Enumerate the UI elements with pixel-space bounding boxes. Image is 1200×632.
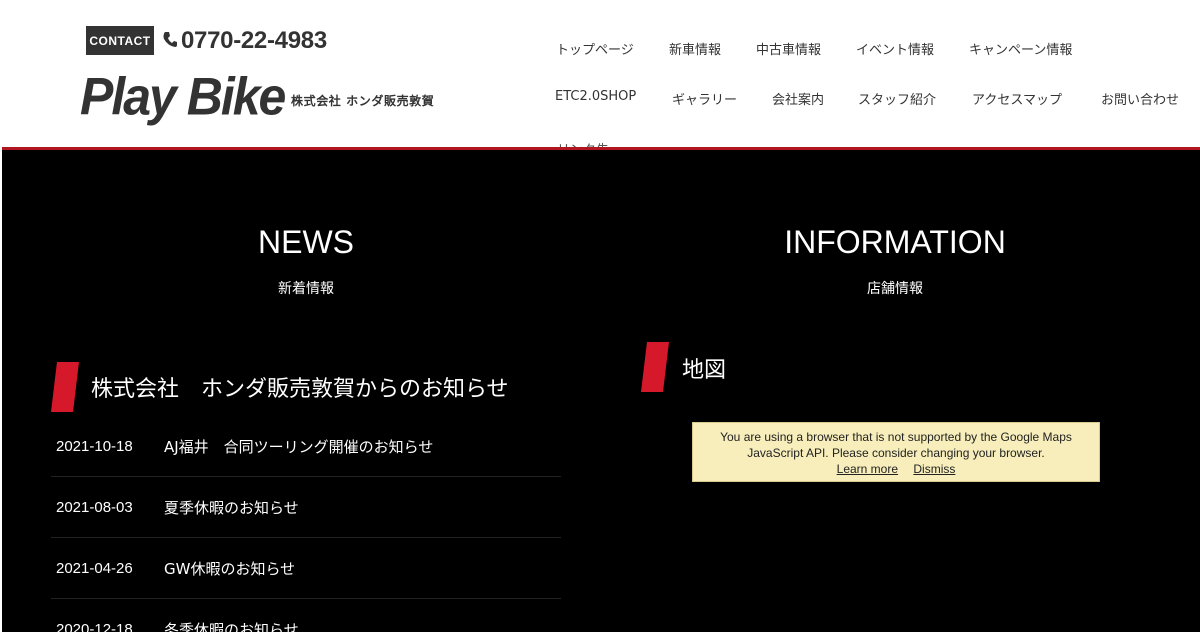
site-logo[interactable]: Play Bike xyxy=(80,66,286,127)
news-list: 2021-10-18 AJ福井 合同ツーリング開催のお知らせ 2021-08-0… xyxy=(51,416,561,632)
maps-warning-line1: You are using a browser that is not supp… xyxy=(720,430,1072,444)
phone-icon xyxy=(163,32,177,47)
news-title-text[interactable]: GW休暇のお知らせ xyxy=(164,558,295,579)
news-heading: 株式会社 ホンダ販売敦賀からのお知らせ xyxy=(91,377,509,402)
information-subtitle: 店舗情報 xyxy=(867,281,923,297)
nav-new-cars[interactable]: 新車情報 xyxy=(669,39,721,58)
news-title-text[interactable]: 冬季休暇のお知らせ xyxy=(164,619,299,632)
news-item[interactable]: 2021-10-18 AJ福井 合同ツーリング開催のお知らせ xyxy=(51,416,561,477)
contact-badge[interactable]: CONTACT xyxy=(86,26,154,55)
news-title: NEWS xyxy=(258,224,354,260)
site-header: CONTACT 0770-22-4983 Play Bike 株式会社 ホンダ販… xyxy=(0,0,1200,147)
news-title-text[interactable]: AJ福井 合同ツーリング開催のお知らせ xyxy=(164,436,433,457)
nav-company[interactable]: 会社案内 xyxy=(772,89,824,108)
news-item[interactable]: 2021-04-26 GW休暇のお知らせ xyxy=(51,538,561,599)
nav-etc-shop[interactable]: ETC2.0SHOP xyxy=(555,89,636,104)
dismiss-link[interactable]: Dismiss xyxy=(913,462,955,476)
nav-contact[interactable]: お問い合わせ xyxy=(1101,89,1179,108)
map-heading: 地図 xyxy=(682,358,727,383)
company-name: 株式会社 ホンダ販売敦賀 xyxy=(291,94,435,108)
news-date: 2021-04-26 xyxy=(56,559,133,577)
maps-warning-line2: JavaScript API. Please consider changing… xyxy=(747,446,1045,460)
news-date: 2021-10-18 xyxy=(56,437,133,455)
map-heading-marker xyxy=(641,342,669,392)
main-content: NEWS 新着情報 株式会社 ホンダ販売敦賀からのお知らせ 2021-10-18… xyxy=(2,150,1200,632)
learn-more-link[interactable]: Learn more xyxy=(837,462,898,476)
nav-access-map[interactable]: アクセスマップ xyxy=(972,89,1062,108)
nav-events[interactable]: イベント情報 xyxy=(856,39,934,58)
phone-number[interactable]: 0770-22-4983 xyxy=(181,27,327,55)
nav-campaign[interactable]: キャンペーン情報 xyxy=(969,39,1072,58)
news-item[interactable]: 2021-08-03 夏季休暇のお知らせ xyxy=(51,477,561,538)
news-title-text[interactable]: 夏季休暇のお知らせ xyxy=(164,497,299,518)
maps-warning: You are using a browser that is not supp… xyxy=(692,422,1100,482)
information-title: INFORMATION xyxy=(784,224,1006,260)
nav-top[interactable]: トップページ xyxy=(556,39,634,58)
nav-used-cars[interactable]: 中古車情報 xyxy=(756,39,821,58)
nav-staff[interactable]: スタッフ紹介 xyxy=(858,89,936,108)
news-heading-marker xyxy=(51,362,79,412)
news-item[interactable]: 2020-12-18 冬季休暇のお知らせ xyxy=(51,599,561,632)
news-subtitle: 新着情報 xyxy=(278,281,334,297)
news-date: 2021-08-03 xyxy=(56,498,133,516)
news-date: 2020-12-18 xyxy=(56,620,133,632)
nav-gallery[interactable]: ギャラリー xyxy=(672,89,737,108)
